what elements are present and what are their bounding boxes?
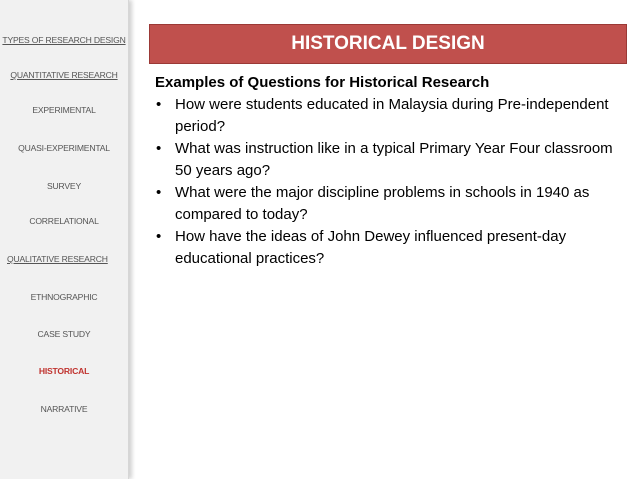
bullet-icon: •	[156, 228, 162, 245]
nav-narrative[interactable]: NARRATIVE	[0, 404, 128, 414]
content-heading: Examples of Questions for Historical Res…	[155, 74, 490, 91]
nav-ethnographic[interactable]: ETHNOGRAPHIC	[0, 292, 128, 302]
list-item: • What was instruction like in a typical …	[155, 138, 615, 182]
question-text: What was instruction like in a typical P…	[175, 140, 613, 179]
bullet-icon: •	[156, 140, 162, 157]
bullet-icon: •	[156, 96, 162, 113]
bullet-icon: •	[156, 184, 162, 201]
nav-experimental[interactable]: EXPERIMENTAL	[0, 105, 128, 115]
question-list: • How were students educated in Malaysia …	[155, 94, 615, 270]
nav-quantitative-research[interactable]: QUANTITATIVE RESEARCH	[0, 70, 128, 80]
sidebar-nav: TYPES OF RESEARCH DESIGN QUANTITATIVE RE…	[0, 0, 129, 479]
nav-quasi-experimental[interactable]: QUASI-EXPERIMENTAL	[0, 143, 128, 153]
slide-title-bar: HISTORICAL DESIGN	[149, 24, 627, 64]
question-text: What were the major discipline problems …	[175, 184, 590, 223]
nav-case-study[interactable]: CASE STUDY	[0, 329, 128, 339]
list-item: • How were students educated in Malaysia …	[155, 94, 615, 138]
nav-survey[interactable]: SURVEY	[0, 181, 128, 191]
nav-qualitative-research[interactable]: QUALITATIVE RESEARCH	[0, 254, 128, 264]
nav-correlational[interactable]: CORRELATIONAL	[0, 216, 128, 226]
question-text: How were students educated in Malaysia d…	[175, 96, 609, 135]
slide-content: Examples of Questions for Historical Res…	[155, 72, 615, 270]
list-item: • How have the ideas of John Dewey influe…	[155, 226, 615, 270]
slide-title: HISTORICAL DESIGN	[291, 33, 485, 54]
question-text: How have the ideas of John Dewey influen…	[175, 228, 567, 267]
nav-historical[interactable]: HISTORICAL	[0, 366, 128, 376]
list-item: • What were the major discipline problems…	[155, 182, 615, 226]
nav-types-of-research-design[interactable]: TYPES OF RESEARCH DESIGN	[0, 35, 128, 45]
